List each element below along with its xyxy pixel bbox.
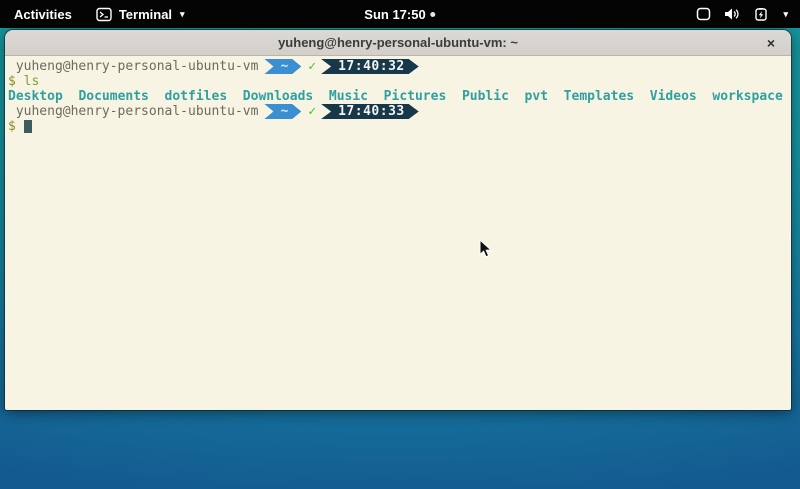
prompt-time-segment: 17:40:33 <box>321 104 419 119</box>
activities-label: Activities <box>14 7 72 22</box>
notification-dot <box>431 12 436 17</box>
shell-prompt-char: $ <box>8 119 16 134</box>
screen-share-icon <box>696 7 711 21</box>
ls-output-line: Desktop Documents dotfiles Downloads Mus… <box>8 89 787 104</box>
prompt-line: yuheng@henry-personal-ubuntu-vm ~ ✓ 17:4… <box>8 104 787 119</box>
directory-name: Templates <box>564 89 634 104</box>
directory-name: Documents <box>78 89 148 104</box>
prompt-cwd: ~ <box>280 104 288 119</box>
prompt-user: yuheng@henry-personal-ubuntu-vm <box>8 104 258 119</box>
prompt-cwd-segment: ~ <box>264 104 301 119</box>
top-bar: Activities Terminal ▾ Sun 17:50 <box>0 0 800 28</box>
app-menu-label: Terminal <box>119 7 172 22</box>
directory-name: workspace <box>712 89 782 104</box>
command-text: ls <box>16 74 39 89</box>
window-title: yuheng@henry-personal-ubuntu-vm: ~ <box>278 35 518 50</box>
directory-name: Public <box>462 89 509 104</box>
clock-label: Sun 17:50 <box>364 7 425 22</box>
prompt-time-segment: 17:40:32 <box>321 59 419 74</box>
prompt-cwd-segment: ~ <box>264 59 301 74</box>
terminal-cursor <box>24 120 32 133</box>
prompt-time: 17:40:33 <box>338 104 405 119</box>
close-icon: × <box>767 35 775 51</box>
directory-name: Downloads <box>243 89 313 104</box>
app-menu-terminal[interactable]: Terminal ▾ <box>86 0 195 28</box>
prompt-time: 17:40:32 <box>338 59 405 74</box>
directory-name: Music <box>329 89 368 104</box>
volume-icon <box>724 7 740 21</box>
directory-name: dotfiles <box>165 89 228 104</box>
terminal-app-icon <box>96 7 112 22</box>
window-titlebar[interactable]: yuheng@henry-personal-ubuntu-vm: ~ × <box>5 30 791 56</box>
prompt-cwd: ~ <box>280 59 288 74</box>
directory-name: Videos <box>650 89 697 104</box>
clock-button[interactable]: Sun 17:50 <box>364 0 435 28</box>
prompt-status-check-icon: ✓ <box>308 59 316 74</box>
prompt-status-check-icon: ✓ <box>308 104 316 119</box>
terminal-window: yuheng@henry-personal-ubuntu-vm: ~ × yuh… <box>5 30 791 410</box>
top-bar-left: Activities Terminal ▾ <box>0 0 195 28</box>
input-line: $ <box>8 119 787 134</box>
command-line: $ ls <box>8 74 787 89</box>
directory-name: Desktop <box>8 89 63 104</box>
chevron-down-icon: ▾ <box>180 9 185 20</box>
terminal-screen[interactable]: yuheng@henry-personal-ubuntu-vm ~ ✓ 17:4… <box>5 56 791 410</box>
prompt-user: yuheng@henry-personal-ubuntu-vm <box>8 59 258 74</box>
chevron-down-icon: ▾ <box>783 9 788 20</box>
system-tray[interactable]: ▾ <box>684 0 800 28</box>
desktop-background: yuheng@henry-personal-ubuntu-vm: ~ × yuh… <box>0 28 800 489</box>
close-button[interactable]: × <box>760 30 782 55</box>
shell-prompt-char: $ <box>8 74 16 89</box>
prompt-line: yuheng@henry-personal-ubuntu-vm ~ ✓ 17:4… <box>8 59 787 74</box>
directory-name: pvt <box>525 89 548 104</box>
directory-name: Pictures <box>384 89 447 104</box>
activities-button[interactable]: Activities <box>0 0 86 28</box>
battery-charging-icon <box>753 8 770 21</box>
